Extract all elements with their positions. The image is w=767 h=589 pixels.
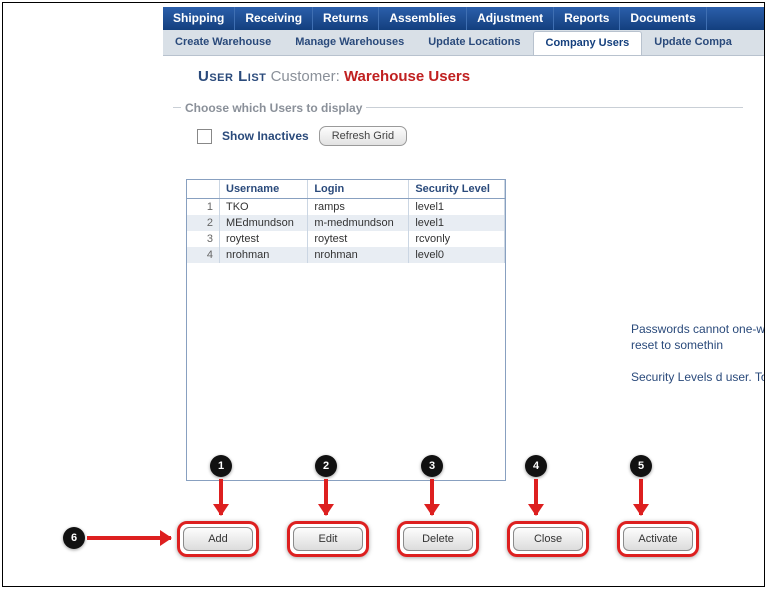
nav1-adjustment[interactable]: Adjustment <box>467 7 554 30</box>
show-inactives-checkbox[interactable] <box>197 129 212 144</box>
callout-6: 6 <box>63 527 85 549</box>
close-button[interactable]: Close <box>513 527 583 551</box>
callout-4: 4 <box>525 455 547 477</box>
callout-4-arrow <box>534 479 538 515</box>
nav1-assemblies[interactable]: Assemblies <box>379 7 467 30</box>
col-login[interactable]: Login <box>308 180 409 199</box>
cell-username: MEdmundson <box>220 215 308 231</box>
callout-2-arrow <box>324 479 328 515</box>
nav2-update-company[interactable]: Update Compa <box>642 30 744 55</box>
table-row[interactable]: 3 roytest roytest rcvonly <box>187 231 505 247</box>
highlight-ring: Activate <box>617 521 699 557</box>
nav1-documents[interactable]: Documents <box>620 7 706 30</box>
nav2-company-users[interactable]: Company Users <box>533 31 643 55</box>
col-rownum <box>187 180 220 199</box>
callout-3-arrow <box>430 479 434 515</box>
delete-button[interactable]: Delete <box>403 527 473 551</box>
cell-level: level1 <box>409 215 505 231</box>
nav2-update-locations[interactable]: Update Locations <box>416 30 532 55</box>
activate-button[interactable]: Activate <box>623 527 693 551</box>
cell-level: rcvonly <box>409 231 505 247</box>
action-close-wrap: Close <box>507 521 589 557</box>
callout-1-arrow <box>219 479 223 515</box>
page-title: User List Customer: Warehouse Users <box>198 68 470 85</box>
callout-5-arrow <box>639 479 643 515</box>
primary-nav: Shipping Receiving Returns Assemblies Ad… <box>163 7 764 31</box>
cell-rownum: 3 <box>187 231 220 247</box>
cell-rownum: 4 <box>187 247 220 263</box>
cell-rownum: 2 <box>187 215 220 231</box>
cell-username: nrohman <box>220 247 308 263</box>
action-delete-wrap: Delete <box>397 521 479 557</box>
highlight-ring: Edit <box>287 521 369 557</box>
add-button[interactable]: Add <box>183 527 253 551</box>
action-activate-wrap: Activate <box>617 521 699 557</box>
refresh-grid-button[interactable]: Refresh Grid <box>319 126 407 146</box>
action-edit-wrap: Edit <box>287 521 369 557</box>
edit-button[interactable]: Edit <box>293 527 363 551</box>
cell-login: m-medmundson <box>308 215 409 231</box>
app-frame: Shipping Receiving Returns Assemblies Ad… <box>2 2 765 587</box>
nav1-receiving[interactable]: Receiving <box>235 7 313 30</box>
callout-6-arrow <box>87 536 171 540</box>
nav2-manage-warehouses[interactable]: Manage Warehouses <box>283 30 416 55</box>
users-table: Username Login Security Level 1 TKO ramp… <box>187 180 505 263</box>
filter-row: Show Inactives Refresh Grid <box>197 126 743 146</box>
cell-login: roytest <box>308 231 409 247</box>
table-row[interactable]: 2 MEdmundson m-medmundson level1 <box>187 215 505 231</box>
nav1-reports[interactable]: Reports <box>554 7 620 30</box>
callout-5: 5 <box>630 455 652 477</box>
col-security[interactable]: Security Level <box>409 180 505 199</box>
nav1-returns[interactable]: Returns <box>313 7 379 30</box>
cell-login: nrohman <box>308 247 409 263</box>
nav2-create-warehouse[interactable]: Create Warehouse <box>163 30 283 55</box>
panel-legend: Choose which Users to display <box>181 101 366 115</box>
side-info: Passwords cannot one-way encrypti reset … <box>631 321 765 402</box>
cell-login: ramps <box>308 199 409 216</box>
title-main: User List <box>198 68 266 85</box>
side-info-passwords: Passwords cannot one-way encrypti reset … <box>631 321 765 353</box>
nav1-shipping[interactable]: Shipping <box>163 7 235 30</box>
secondary-nav: Create Warehouse Manage Warehouses Updat… <box>163 30 764 56</box>
side-info-security: Security Levels d user. To see deta <box>631 369 765 385</box>
highlight-ring: Close <box>507 521 589 557</box>
users-grid[interactable]: Username Login Security Level 1 TKO ramp… <box>186 179 506 481</box>
col-username[interactable]: Username <box>220 180 308 199</box>
highlight-ring: Delete <box>397 521 479 557</box>
highlight-ring: Add <box>177 521 259 557</box>
cell-username: roytest <box>220 231 308 247</box>
callout-1: 1 <box>210 455 232 477</box>
cell-level: level0 <box>409 247 505 263</box>
cell-level: level1 <box>409 199 505 216</box>
callout-2: 2 <box>315 455 337 477</box>
cell-rownum: 1 <box>187 199 220 216</box>
action-add-wrap: Add <box>177 521 259 557</box>
callout-3: 3 <box>421 455 443 477</box>
show-inactives-label: Show Inactives <box>222 129 309 143</box>
action-bar: Add Edit Delete Close Activate <box>177 521 699 557</box>
title-customer-label: Customer: <box>271 68 340 85</box>
cell-username: TKO <box>220 199 308 216</box>
filter-panel: Choose which Users to display Show Inact… <box>173 101 743 154</box>
table-row[interactable]: 1 TKO ramps level1 <box>187 199 505 216</box>
title-customer: Warehouse Users <box>344 68 470 85</box>
table-row[interactable]: 4 nrohman nrohman level0 <box>187 247 505 263</box>
